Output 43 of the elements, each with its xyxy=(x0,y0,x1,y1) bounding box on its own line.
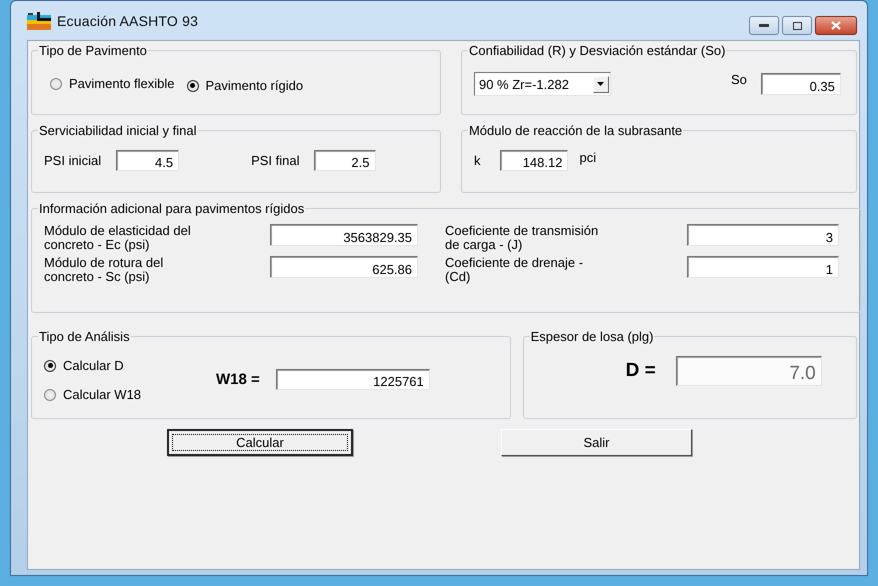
push-button[interactable]: Calcular xyxy=(167,429,353,456)
radio-option[interactable]: Calcular D xyxy=(44,358,124,373)
input-field[interactable]: 2.5 xyxy=(314,150,376,171)
app-icon xyxy=(27,12,51,30)
field-label: So xyxy=(730,72,747,87)
input-field[interactable]: 148.12 xyxy=(500,150,568,171)
input-field[interactable]: 1225761 xyxy=(276,369,430,390)
field-label: pci xyxy=(579,150,596,165)
field-label: k xyxy=(474,153,480,168)
radio-option[interactable]: Pavimento flexible xyxy=(50,76,174,92)
minimize-icon xyxy=(759,24,769,28)
field-label: Módulo de elasticidad del concreto - Ec (psi) xyxy=(44,224,192,252)
group-title: Serviciabilidad inicial y final xyxy=(38,123,198,138)
group-title: Confiabilidad (R) y Desviación estándar (So) xyxy=(468,43,726,58)
close-button[interactable] xyxy=(815,16,857,35)
input-field[interactable]: 625.86 xyxy=(270,256,418,278)
caret-icon xyxy=(597,82,604,86)
maximize-button[interactable] xyxy=(782,16,812,35)
group-title: Tipo de Análisis xyxy=(38,329,131,344)
field-label: PSI final xyxy=(251,153,300,168)
group-title: Espesor de losa (plg) xyxy=(530,329,654,344)
dropdown[interactable]: 90 % Zr=-1.282 xyxy=(474,72,611,96)
input-field[interactable]: 4.5 xyxy=(116,150,180,171)
input-field[interactable]: 0.35 xyxy=(760,73,841,95)
input-field[interactable]: 3 xyxy=(687,224,839,246)
group-title: Módulo de reacción de la subrasante xyxy=(468,123,684,138)
window-title: Ecuación AASHTO 93 xyxy=(57,12,198,28)
field-label: Coeficiente de drenaje - (Cd) xyxy=(445,256,584,284)
field-label: PSI inicial xyxy=(44,153,102,168)
group-title: Información adicional para pavimentos rígidos xyxy=(38,201,306,216)
push-button[interactable]: Salir xyxy=(501,429,692,456)
field-label: Coeficiente de transmisión de carga - (J) xyxy=(445,224,600,252)
input-field[interactable]: 3563829.35 xyxy=(270,224,418,246)
input-field[interactable]: 1 xyxy=(687,256,839,278)
group-title: Tipo de Pavimento xyxy=(38,43,148,58)
field-label: W18 = xyxy=(216,371,260,388)
radio-option[interactable]: Pavimento rígido xyxy=(186,78,304,93)
radio-option[interactable]: Calcular W18 xyxy=(44,387,142,402)
maximize-icon xyxy=(792,22,802,30)
field-label: D = xyxy=(626,360,656,382)
close-icon xyxy=(831,21,841,30)
field-label: Módulo de rotura del concreto - Sc (psi) xyxy=(44,256,164,284)
minimize-button[interactable] xyxy=(749,16,779,35)
